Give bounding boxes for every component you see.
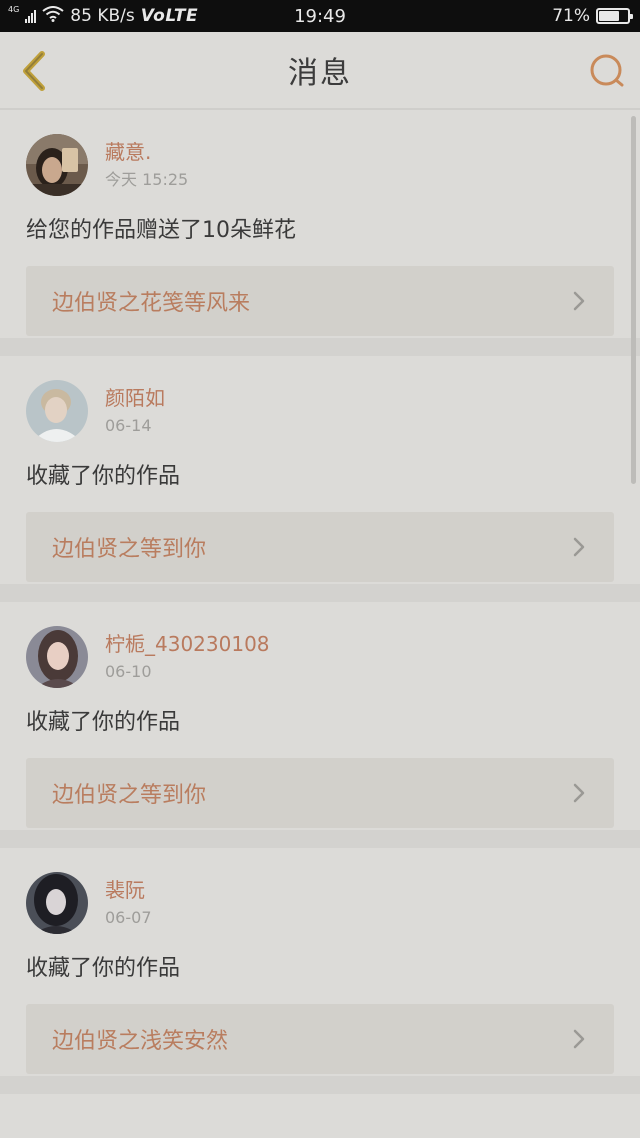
message-action: 收藏了你的作品 (26, 710, 181, 735)
app-header: 消息 (0, 32, 640, 110)
chevron-right-icon (573, 291, 585, 311)
chevron-right-icon (573, 783, 585, 803)
battery-icon (596, 8, 633, 24)
avatar[interactable] (26, 626, 88, 688)
network-speed: 85 KB/s (70, 6, 135, 26)
username[interactable]: 颜陌如 (105, 385, 165, 411)
wifi-icon (42, 5, 64, 27)
message-meta: 裴阮 06-07 (105, 877, 152, 930)
work-title: 边伯贤之浅笑安然 (52, 1029, 229, 1054)
message-header: 藏意. 今天 15:25 (26, 134, 614, 196)
chevron-right-icon (573, 537, 585, 557)
message-header: 裴阮 06-07 (26, 872, 614, 934)
message-header: 柠栀_430230108 06-10 (26, 626, 614, 688)
avatar[interactable] (26, 872, 88, 934)
status-bar: 4G 85 KB/s VoLTE 19:49 71% (0, 0, 640, 32)
search-icon (590, 54, 624, 87)
message-date: 06-10 (105, 661, 152, 681)
message-header: 颜陌如 06-14 (26, 380, 614, 442)
username[interactable]: 藏意. (105, 139, 188, 165)
back-button[interactable] (14, 48, 54, 94)
volte-indicator: VoLTE (140, 6, 199, 26)
signal-icon (25, 9, 37, 23)
work-link[interactable]: 边伯贤之浅笑安然 (26, 1004, 614, 1074)
message-meta: 藏意. 今天 15:25 (105, 139, 188, 192)
username[interactable]: 裴阮 (105, 877, 152, 903)
scrollbar[interactable] (631, 116, 636, 484)
message-card: 柠栀_430230108 06-10 收藏了你的作品 边伯贤之等到你 (0, 602, 640, 848)
message-meta: 柠栀_430230108 06-10 (105, 631, 270, 684)
message-date: 06-14 (105, 415, 152, 435)
avatar[interactable] (26, 134, 88, 196)
message-action: 收藏了你的作品 (26, 464, 181, 489)
message-card: 藏意. 今天 15:25 给您的作品赠送了10朵鲜花 边伯贤之花笺等风来 (0, 110, 640, 356)
message-action: 收藏了你的作品 (26, 956, 181, 981)
message-meta: 颜陌如 06-14 (105, 385, 165, 438)
chevron-right-icon (573, 1029, 585, 1049)
search-button[interactable] (586, 50, 628, 92)
status-left: 4G 85 KB/s VoLTE (8, 6, 198, 27)
status-right: 71% (552, 6, 633, 26)
work-link[interactable]: 边伯贤之花笺等风来 (26, 266, 614, 336)
work-title: 边伯贤之等到你 (52, 537, 207, 562)
chevron-left-icon (23, 51, 45, 91)
message-action: 给您的作品赠送了10朵鲜花 (26, 218, 296, 243)
work-title: 边伯贤之等到你 (52, 783, 207, 808)
work-link[interactable]: 边伯贤之等到你 (26, 758, 614, 828)
battery-percent: 71% (552, 6, 590, 26)
network-type: 4G (8, 5, 20, 14)
username[interactable]: 柠栀_430230108 (105, 631, 270, 657)
message-date: 06-07 (105, 907, 152, 927)
page-title: 消息 (288, 56, 352, 91)
message-card: 颜陌如 06-14 收藏了你的作品 边伯贤之等到你 (0, 356, 640, 602)
message-date: 今天 15:25 (105, 169, 189, 189)
work-title: 边伯贤之花笺等风来 (52, 291, 251, 316)
message-card: 裴阮 06-07 收藏了你的作品 边伯贤之浅笑安然 (0, 848, 640, 1094)
avatar[interactable] (26, 380, 88, 442)
message-list[interactable]: 藏意. 今天 15:25 给您的作品赠送了10朵鲜花 边伯贤之花笺等风来 颜陌如… (0, 110, 640, 1138)
work-link[interactable]: 边伯贤之等到你 (26, 512, 614, 582)
